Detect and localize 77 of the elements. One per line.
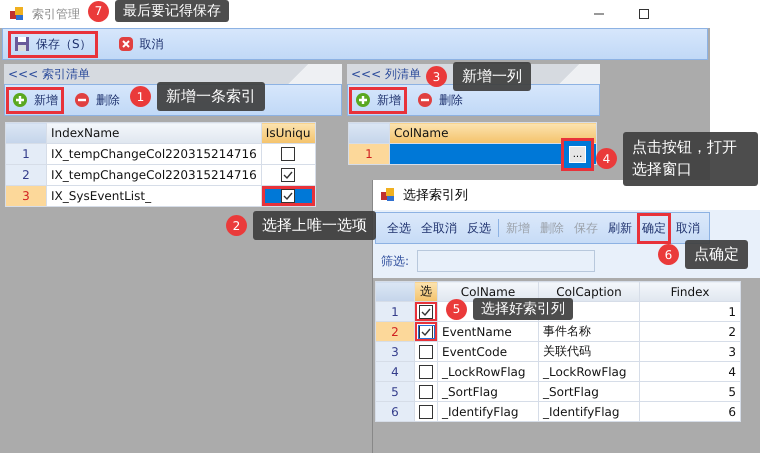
table-cell: IX_tempChangeCol220315214716: [46, 144, 262, 164]
filter-field[interactable]: [417, 250, 596, 272]
grid-corner: [6, 122, 46, 144]
checkbox[interactable]: [281, 189, 296, 203]
cancel-icon: [118, 36, 134, 52]
table-cell: 事件名称: [538, 322, 640, 342]
grid-corner: [376, 282, 414, 302]
table-cell: 6: [640, 402, 740, 422]
minus-icon: [417, 92, 433, 108]
toolbar-button[interactable]: 全取消: [416, 212, 462, 244]
window-title: 索引管理: [32, 6, 80, 22]
dialog-title: 选择索引列: [403, 187, 468, 204]
callout-tooltip: 选择上唯一选项: [253, 211, 376, 240]
row-header[interactable]: 1: [348, 144, 390, 164]
table-cell: 5: [640, 382, 740, 402]
table-cell: _IdentifyFlag: [538, 402, 640, 422]
checkbox[interactable]: [419, 344, 433, 358]
table-cell: EventCode: [438, 342, 538, 362]
callout-tooltip: 点击按钮，打开选择窗口: [623, 132, 758, 186]
row-header[interactable]: 1: [6, 144, 46, 164]
table-cell: 关联代码: [538, 342, 640, 362]
toolbar-button[interactable]: 删除: [68, 86, 126, 114]
checkbox[interactable]: [419, 404, 433, 418]
column-header[interactable]: Findex: [640, 282, 740, 302]
grid-corner: [348, 122, 390, 144]
table-cell: 2: [640, 322, 740, 342]
toolbar-button[interactable]: 取消: [112, 30, 170, 58]
table-cell: IX_tempChangeCol220315214716: [46, 164, 262, 186]
checkbox[interactable]: [419, 384, 433, 398]
table-cell: _IdentifyFlag: [438, 402, 538, 422]
callout-tooltip: 点确定: [685, 240, 748, 269]
callout-tooltip: 新增一条索引: [157, 82, 265, 111]
toolbar-button[interactable]: 刷新: [603, 212, 637, 244]
table-cell: EventName: [438, 322, 538, 342]
toolbar-button[interactable]: 确定: [637, 212, 671, 244]
plus-icon: [12, 92, 28, 108]
checkbox[interactable]: [419, 304, 433, 318]
column-header[interactable]: IndexName: [46, 122, 262, 144]
row-header[interactable]: 2: [376, 322, 414, 342]
column-header[interactable]: IsUniqu: [261, 122, 316, 144]
callout-tooltip: 选择好索引列: [473, 298, 573, 320]
row-header[interactable]: 1: [376, 302, 414, 322]
toolbar-button[interactable]: 新增: [6, 86, 64, 114]
callout-tooltip: 最后要记得保存: [115, 0, 229, 22]
table-cell: _SortFlag: [538, 382, 640, 402]
app-icon: [10, 7, 24, 21]
filter-label: 筛选:: [381, 252, 410, 270]
toolbar-button[interactable]: 保存（S）: [8, 30, 98, 58]
row-header[interactable]: 5: [376, 382, 414, 402]
minus-icon: [74, 92, 90, 108]
column-header[interactable]: 选: [414, 282, 438, 302]
table-cell: _SortFlag: [438, 382, 538, 402]
table-cell: _LockRowFlag: [438, 362, 538, 382]
table-cell: 1: [640, 302, 740, 322]
column-header[interactable]: ColCaption: [538, 282, 640, 302]
column-header[interactable]: ColName: [390, 122, 596, 144]
row-header[interactable]: 2: [6, 164, 46, 186]
table-cell: IX_SysEventList_: [46, 186, 262, 206]
table-cell: _LockRowFlag: [538, 362, 640, 382]
plus-icon: [355, 92, 371, 108]
table-cell: 3: [640, 342, 740, 362]
checkbox[interactable]: [281, 147, 296, 161]
toolbar-button[interactable]: 新增: [349, 86, 407, 114]
toolbar-button[interactable]: 反选: [462, 212, 496, 244]
checkbox[interactable]: [281, 168, 296, 182]
table-cell: 4: [640, 362, 740, 382]
callout-tooltip: 新增一列: [453, 62, 531, 91]
app-icon: [381, 188, 395, 202]
checkbox[interactable]: [419, 364, 433, 378]
row-header[interactable]: 3: [376, 342, 414, 362]
row-header[interactable]: 4: [376, 362, 414, 382]
panel-header: <<< 索引清单: [4, 64, 342, 84]
toolbar-button[interactable]: 全选: [382, 212, 416, 244]
row-header[interactable]: 3: [6, 186, 46, 206]
maximize-icon[interactable]: [638, 8, 650, 20]
checkbox[interactable]: [419, 324, 433, 338]
row-header[interactable]: 6: [376, 402, 414, 422]
